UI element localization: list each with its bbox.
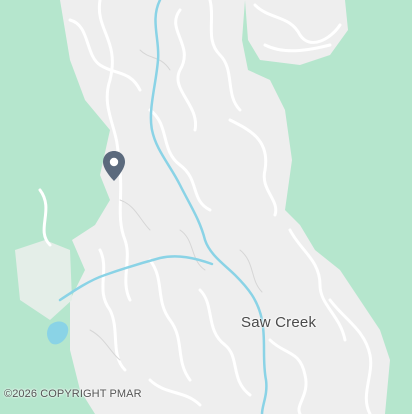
map-base-layer [0, 0, 412, 414]
copyright-notice: ©2026 COPYRIGHT PMAR [4, 388, 142, 400]
map-pin-icon[interactable] [102, 150, 126, 182]
place-label-saw-creek: Saw Creek [241, 314, 317, 331]
map-viewport[interactable]: Saw Creek ©2026 COPYRIGHT PMAR [0, 0, 412, 414]
